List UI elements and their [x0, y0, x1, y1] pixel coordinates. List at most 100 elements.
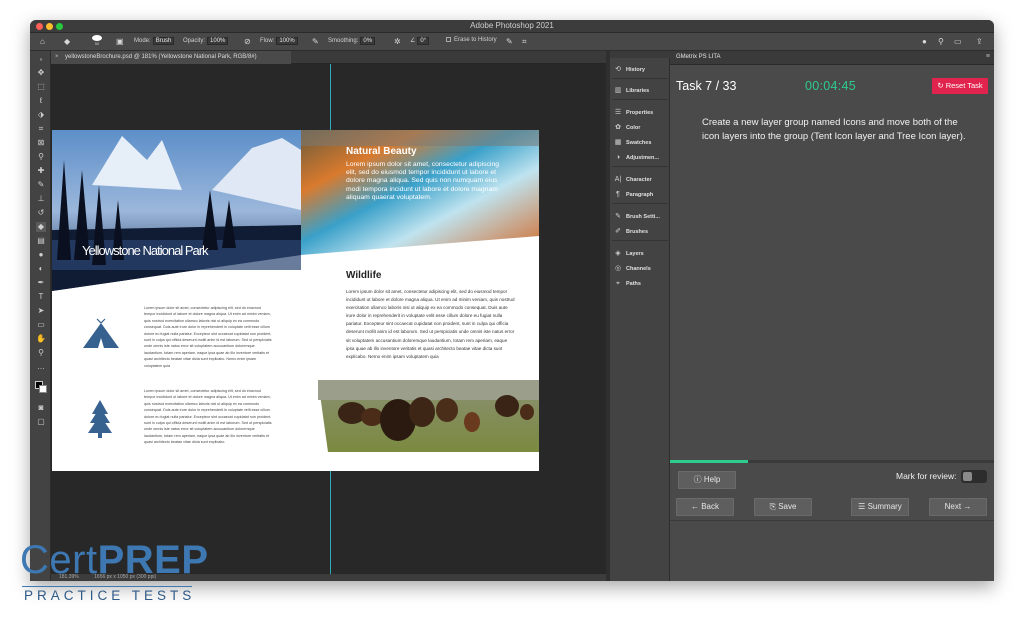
- screen-mode-icon[interactable]: ▢: [36, 417, 46, 427]
- pen-tool-icon[interactable]: ✒: [36, 278, 46, 288]
- search-icon[interactable]: ⚲: [938, 38, 944, 46]
- path-selection-tool-icon[interactable]: ➤: [36, 306, 46, 316]
- logo-subtitle: PRACTICE TESTS: [24, 588, 196, 603]
- zoom-tool-icon[interactable]: ⚲: [36, 348, 46, 358]
- list-icon: ☰: [858, 502, 868, 511]
- brush-settings-toggle-icon[interactable]: ▣: [116, 38, 124, 46]
- document-tab[interactable]: × yellowstoneBrochure.psd @ 181% (Yellow…: [51, 51, 291, 64]
- crop-tool-icon[interactable]: ⌗: [36, 124, 46, 134]
- home-icon[interactable]: ⌂: [40, 38, 45, 46]
- hand-tool-icon[interactable]: ✋: [36, 334, 46, 344]
- gear-icon[interactable]: ✲: [394, 38, 401, 46]
- eraser-tool-icon[interactable]: ◆: [64, 38, 70, 46]
- next-label: Next: [944, 502, 962, 511]
- opacity-input[interactable]: 100%: [207, 37, 229, 45]
- libraries-icon: ▥: [614, 87, 622, 94]
- task-counter: Task 7 / 33: [676, 79, 737, 93]
- next-button[interactable]: Next →: [929, 498, 987, 516]
- move-tool-icon[interactable]: ✥: [36, 68, 46, 78]
- marquee-tool-icon[interactable]: ⬚: [36, 82, 46, 92]
- erase-to-history-checkbox[interactable]: [446, 37, 451, 42]
- pressure-size-icon[interactable]: ✎: [506, 38, 513, 46]
- opacity-control[interactable]: Opacity: 100%: [183, 37, 229, 45]
- flow-input[interactable]: 100%: [276, 37, 298, 45]
- share-user-icon[interactable]: ●: [922, 38, 927, 46]
- panel-swatches[interactable]: ▦ Swatches: [614, 137, 670, 149]
- workspace-icon[interactable]: ▭: [954, 38, 962, 46]
- erase-to-history-control[interactable]: Erase to History: [446, 37, 497, 43]
- frame-tool-icon[interactable]: ⊠: [36, 138, 46, 148]
- erase-to-history-label: Erase to History: [454, 37, 497, 43]
- airbrush-icon[interactable]: ✎: [312, 38, 319, 46]
- lasso-tool-icon[interactable]: ℓ: [36, 96, 46, 106]
- angle-control[interactable]: ∠ 0°: [410, 37, 430, 45]
- winter-landscape-photo: [52, 130, 301, 291]
- eyedropper-tool-icon[interactable]: ⚲: [36, 152, 46, 162]
- quick-mask-icon[interactable]: ◙: [36, 403, 46, 413]
- close-tab-icon[interactable]: ×: [55, 51, 59, 64]
- brush-tool-icon[interactable]: ✎: [36, 180, 46, 190]
- edit-toolbar-icon[interactable]: …: [36, 362, 46, 372]
- options-bar: ⌂ ◆ 50 ▣ Mode: Brush Opacity: 100% ⊘ Flow:…: [30, 33, 994, 51]
- cover-title: Yellowstone National Park: [82, 243, 209, 258]
- summary-button[interactable]: ☰ Summary: [851, 498, 909, 516]
- flow-control[interactable]: Flow: 100%: [260, 37, 298, 45]
- dodge-tool-icon[interactable]: ◐: [36, 264, 46, 274]
- panel-label: Libraries: [626, 88, 650, 94]
- mode-select[interactable]: Brush: [152, 37, 175, 45]
- history-brush-tool-icon[interactable]: ↺: [36, 208, 46, 218]
- gmetrix-panel: GMetrix PS LITA ≡ Task 7 / 33 00:04:45 ↻…: [670, 51, 994, 581]
- background-color-swatch[interactable]: [39, 385, 47, 393]
- panel-paths[interactable]: ⌖ Paths: [614, 278, 670, 290]
- reset-task-button[interactable]: ↻ Reset Task: [932, 78, 988, 94]
- paths-icon: ⌖: [616, 280, 620, 287]
- back-button[interactable]: ← Back: [676, 498, 734, 516]
- pressure-opacity-icon[interactable]: ⊘: [244, 38, 251, 46]
- side-panels-header[interactable]: [610, 51, 670, 58]
- panel-label: Adjustmen...: [626, 155, 660, 161]
- collapsed-panels: ⟲ History ▥ Libraries ☰ Properties ✿ Color ▦…: [610, 58, 670, 581]
- toggle-knob: [963, 472, 972, 481]
- gmetrix-title: GMetrix PS LITA: [676, 54, 721, 60]
- mode-control[interactable]: Mode: Brush: [134, 37, 175, 45]
- brushes-icon: ✐: [615, 228, 621, 235]
- tools-panel: » ✥ ⬚ ℓ ⬗ ⌗ ⊠ ⚲ ✚ ✎ ⊥ ↺ ◆ ▤ ● ◐ ✒ T ➤ ▭ …: [30, 51, 51, 581]
- panel-layers[interactable]: ◈ Layers: [614, 248, 670, 260]
- panel-character[interactable]: A| Character: [614, 174, 670, 186]
- mark-for-review-toggle[interactable]: [961, 470, 987, 483]
- swatches-icon: ▦: [614, 139, 622, 146]
- toolbar-collapse-icon[interactable]: »: [36, 55, 46, 65]
- healing-brush-tool-icon[interactable]: ✚: [36, 166, 46, 176]
- natural-beauty-body: Lorem ipsum dolor sit amet, consectetur …: [346, 161, 499, 201]
- panel-menu-icon[interactable]: ≡: [986, 53, 990, 60]
- rectangle-tool-icon[interactable]: ▭: [36, 320, 46, 330]
- panel-adjustments[interactable]: ◑ Adjustmen...: [614, 152, 670, 164]
- help-label: Help: [703, 475, 721, 484]
- panel-label: Character: [626, 177, 652, 183]
- smoothing-control[interactable]: Smoothing: 0%: [328, 37, 376, 45]
- panel-color[interactable]: ✿ Color: [614, 122, 670, 134]
- help-button[interactable]: ⓘ Help: [678, 471, 736, 489]
- panel-brush-settings[interactable]: ✎ Brush Setti...: [614, 211, 670, 223]
- brochure-document[interactable]: Yellowstone National Park Natural Beauty…: [52, 130, 539, 471]
- clone-stamp-tool-icon[interactable]: ⊥: [36, 194, 46, 204]
- panel-brushes[interactable]: ✐ Brushes: [614, 226, 670, 238]
- smoothing-input[interactable]: 0%: [360, 37, 376, 45]
- panel-properties[interactable]: ☰ Properties: [614, 107, 670, 119]
- gradient-tool-icon[interactable]: ▤: [36, 236, 46, 246]
- share-icon[interactable]: ⇪: [976, 38, 983, 46]
- panel-label: Swatches: [626, 140, 652, 146]
- panel-paragraph[interactable]: ¶ Paragraph: [614, 189, 670, 201]
- document-tab-label: yellowstoneBrochure.psd @ 181% (Yellowst…: [65, 54, 257, 60]
- angle-input[interactable]: 0°: [417, 37, 430, 45]
- tree-paragraph: Lorem ipsum dolor sit amet, consectetur …: [144, 389, 272, 445]
- object-selection-tool-icon[interactable]: ⬗: [36, 110, 46, 120]
- save-button[interactable]: ⎘ Save: [754, 498, 812, 516]
- panel-libraries[interactable]: ▥ Libraries: [614, 85, 670, 97]
- eraser-tool-icon[interactable]: ◆: [36, 222, 46, 232]
- type-tool-icon[interactable]: T: [36, 292, 46, 302]
- panel-channels[interactable]: ◎ Channels: [614, 263, 670, 275]
- symmetry-icon[interactable]: ⌗: [522, 38, 527, 46]
- blur-tool-icon[interactable]: ●: [36, 250, 46, 260]
- panel-history[interactable]: ⟲ History: [614, 64, 670, 76]
